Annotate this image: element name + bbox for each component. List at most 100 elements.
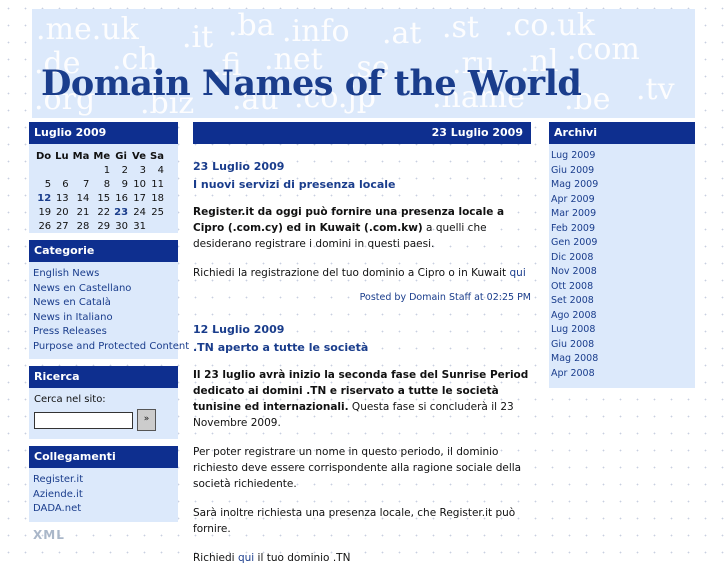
calendar-weekday: Do <box>36 151 52 162</box>
post-text: Richiedi la registrazione del tuo domini… <box>193 267 510 279</box>
calendar-day: 8 <box>103 178 111 190</box>
search-label: Cerca nel sito: <box>34 394 106 405</box>
search-input[interactable] <box>34 411 133 429</box>
calendar-day: 7 <box>83 178 90 190</box>
links-box: Collegamenti Register.it Aziende.it DADA… <box>29 446 178 522</box>
post-paragraph: Sarà inoltre richiesta una presenza loca… <box>193 507 516 535</box>
search-button[interactable]: » <box>137 409 156 431</box>
archive-link[interactable]: Ago 2008 <box>551 309 693 324</box>
calendar-day: 10 <box>133 178 147 190</box>
calendar-box: Luglio 2009 Do Lu Ma Me Gi Ve Sa 1 2 3 4 5 6 7 8 9 10 11… <box>29 122 178 233</box>
calendar-day: 20 <box>55 206 69 218</box>
left-sidebar: Luglio 2009 Do Lu Ma Me Gi Ve Sa 1 2 3 4 5 6 7 8 9 10 11… <box>29 122 189 542</box>
calendar-week: 19 20 21 22 23 24 25 <box>34 205 166 219</box>
calendar-day <box>34 163 53 177</box>
banner-tld: .st <box>442 10 479 45</box>
categories-box: Categorie English News News en Castellan… <box>29 240 189 359</box>
calendar-weekday: Ve <box>132 151 147 162</box>
archive-link[interactable]: Ott 2008 <box>551 280 693 295</box>
right-sidebar: Archivi Lug 2009 Giu 2009 Mag 2009 Apr 2… <box>549 122 695 388</box>
post-paragraph: Per poter registrare un nome in questo p… <box>193 446 522 490</box>
banner-tld: .at <box>382 16 422 51</box>
archive-link[interactable]: Apr 2009 <box>551 193 693 208</box>
calendar-day <box>53 163 71 177</box>
post-footer[interactable]: Posted by Domain Staff at 02:25 PM <box>193 292 531 303</box>
archive-link[interactable]: Giu 2009 <box>551 164 693 179</box>
archive-link[interactable]: Dic 2008 <box>551 251 693 266</box>
search-title: Ricerca <box>29 366 178 388</box>
archive-link[interactable]: Apr 2008 <box>551 367 693 382</box>
calendar-day: 22 <box>97 206 111 218</box>
post-date: 23 Luglio 2009 <box>193 160 285 173</box>
calendar-weekday: Lu <box>55 151 69 162</box>
archive-link[interactable]: Giu 2008 <box>551 338 693 353</box>
calendar-day-link[interactable]: 12 <box>34 191 53 205</box>
category-link[interactable]: English News <box>33 267 174 282</box>
category-link[interactable]: Purpose and Protected Content <box>33 340 189 355</box>
category-link[interactable]: News en Castellano <box>33 282 174 297</box>
archive-link[interactable]: Gen 2009 <box>551 236 693 251</box>
calendar-title: Luglio 2009 <box>29 122 178 144</box>
post-title[interactable]: I nuovi servizi di presenza locale <box>193 178 531 191</box>
calendar-day: 29 <box>97 220 111 232</box>
calendar-day: 4 <box>157 164 164 176</box>
date-header: 23 Luglio 2009 <box>193 122 531 144</box>
archive-box: Archivi Lug 2009 Giu 2009 Mag 2009 Apr 2… <box>549 122 695 388</box>
calendar-day: 28 <box>76 220 90 232</box>
post-paragraph: Richiedi la registrazione del tuo domini… <box>193 265 531 281</box>
post-text: il tuo dominio .TN <box>254 552 351 564</box>
calendar-day: 13 <box>55 192 69 204</box>
archive-link[interactable]: Set 2008 <box>551 294 693 309</box>
archive-link[interactable]: Lug 2009 <box>551 149 693 164</box>
category-link[interactable]: News in Italiano <box>33 311 174 326</box>
archive-link[interactable]: Mag 2009 <box>551 178 693 193</box>
calendar-day: 1 <box>103 164 111 176</box>
post-paragraph: Richiedi qui il tuo dominio .TN <box>193 550 531 566</box>
search-box: Ricerca Cerca nel sito: » <box>29 366 178 439</box>
banner-tld: .me.uk <box>36 12 139 47</box>
calendar-day: 21 <box>76 206 90 218</box>
category-link[interactable]: Press Releases <box>33 325 174 340</box>
archive-list: Lug 2009 Giu 2009 Mag 2009 Apr 2009 Mar … <box>549 144 695 388</box>
calendar-week: 5 6 7 8 9 10 11 <box>34 177 166 191</box>
post-paragraph: Il 23 luglio avrà inizio la seconda fase… <box>193 367 531 431</box>
calendar-day-link[interactable]: 23 <box>112 205 130 219</box>
calendar-day: 24 <box>133 206 147 218</box>
banner-tld: .com <box>567 32 640 67</box>
post-link[interactable]: qui <box>510 267 526 279</box>
calendar-table: Do Lu Ma Me Gi Ve Sa 1 2 3 4 5 6 7 8 9 10 11 12 13 14 15 16 17… <box>34 150 166 233</box>
post-date: 12 Luglio 2009 <box>193 323 285 336</box>
archive-link[interactable]: Nov 2008 <box>551 265 693 280</box>
calendar-day: 25 <box>151 206 164 218</box>
blog-post: 23 Luglio 2009 I nuovi servizi di presen… <box>193 160 531 303</box>
calendar-day <box>148 219 166 233</box>
calendar-day: 30 <box>115 220 129 232</box>
links-list: Register.it Aziende.it DADA.net <box>29 468 178 522</box>
calendar-day: 27 <box>55 220 69 232</box>
post-link[interactable]: qui <box>238 552 254 564</box>
calendar-day: 11 <box>151 178 164 190</box>
external-link[interactable]: Register.it <box>33 473 174 488</box>
category-link[interactable]: News en Català <box>33 296 174 311</box>
post-title[interactable]: .TN aperto a tutte le società <box>193 341 531 354</box>
calendar-day: 18 <box>151 192 164 204</box>
banner-tld: .it <box>182 20 214 55</box>
archive-link[interactable]: Lug 2008 <box>551 323 693 338</box>
external-link[interactable]: Aziende.it <box>33 488 174 503</box>
calendar-week: 1234 <box>34 163 166 177</box>
categories-list: English News News en Castellano News en … <box>29 262 189 359</box>
archive-title: Archivi <box>549 122 695 144</box>
external-link[interactable]: DADA.net <box>33 502 174 517</box>
site-banner: .me.uk .it .ba .info .at .st .co.uk .de … <box>32 9 695 118</box>
archive-link[interactable]: Feb 2009 <box>551 222 693 237</box>
calendar-day: 19 <box>38 206 52 218</box>
calendar-day: 5 <box>44 178 52 190</box>
calendar-weekday: Gi <box>115 151 127 162</box>
calendar-day: 14 <box>76 192 90 204</box>
calendar-week: 12 13 14 15 16 17 18 <box>34 191 166 205</box>
archive-link[interactable]: Mar 2009 <box>551 207 693 222</box>
archive-link[interactable]: Mag 2008 <box>551 352 693 367</box>
banner-tld: .ba <box>228 9 275 43</box>
xml-feed-logo[interactable]: XML <box>29 528 178 542</box>
site-title[interactable]: Domain Names of the World <box>41 63 582 104</box>
